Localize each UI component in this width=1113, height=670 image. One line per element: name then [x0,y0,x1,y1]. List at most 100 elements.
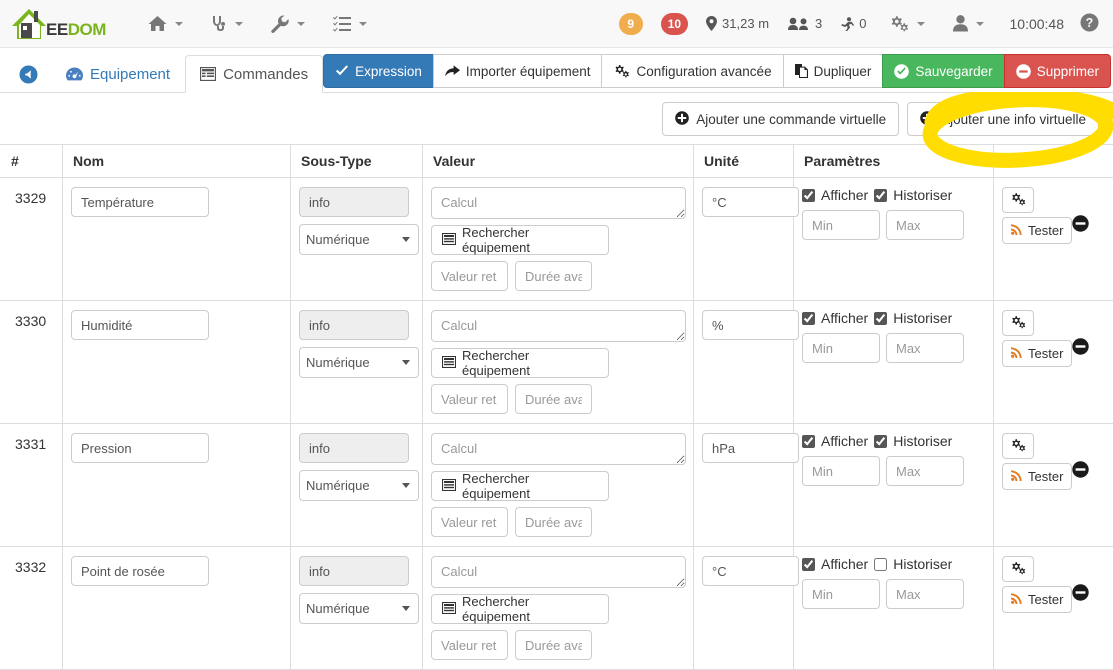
name-input[interactable] [71,433,209,463]
row-config-button[interactable] [1002,187,1034,213]
nav-tools-menu[interactable] [257,0,319,48]
share-icon [445,65,460,77]
subtype-select[interactable]: Numérique [299,593,419,624]
nav-health-menu[interactable] [197,0,257,48]
wrench-icon [271,15,289,33]
min-input[interactable] [802,579,880,609]
min-input[interactable] [802,456,880,486]
row-config-button[interactable] [1002,310,1034,336]
table-row: 3331 Numérique Rechercher équipement [1,424,1113,547]
name-input[interactable] [71,310,209,340]
test-button[interactable]: Tester [1002,340,1072,367]
back-button[interactable] [0,55,51,93]
tab-equipement[interactable]: Equipement [51,55,185,93]
jeedom-logo[interactable]: EEDOM [10,7,106,41]
header-actions [994,145,1113,178]
afficher-label[interactable]: Afficher [821,433,868,449]
duree-ava-input[interactable] [515,507,592,537]
row-config-button[interactable] [1002,433,1034,459]
error-badge[interactable]: 10 [661,13,688,35]
afficher-label[interactable]: Afficher [821,187,868,203]
duree-ava-input[interactable] [515,630,592,660]
calcul-textarea[interactable] [431,310,686,342]
row-delete-button[interactable] [1072,338,1089,358]
historiser-label[interactable]: Historiser [893,187,952,203]
calcul-textarea[interactable] [431,556,686,588]
tab-list: Equipement Commandes [0,47,323,92]
unit-input[interactable] [702,433,799,463]
tab-commandes[interactable]: Commandes [185,55,323,93]
cell-valeur: Rechercher équipement [423,301,694,424]
delete-button[interactable]: Supprimer [1004,54,1111,88]
valeur-ret-input[interactable] [431,507,508,537]
nav-settings-menu[interactable] [875,0,939,48]
historiser-label[interactable]: Historiser [893,310,952,326]
nav-user-menu[interactable] [939,0,998,48]
test-button[interactable]: Tester [1002,586,1072,613]
row-id-3331: 3331 [15,433,54,452]
historiser-checkbox[interactable] [874,435,887,448]
subtype-select[interactable]: Numérique [299,347,419,378]
test-button[interactable]: Tester [1002,217,1072,244]
import-equipment-button[interactable]: Importer équipement [433,54,603,88]
row-config-button[interactable] [1002,556,1034,582]
cell-actions: Tester [994,178,1113,301]
cogs-icon [889,15,909,32]
historiser-checkbox[interactable] [874,312,887,325]
nav-home-menu[interactable] [134,0,197,48]
help-circle-icon[interactable]: ? [1076,13,1099,35]
duree-ava-input[interactable] [515,384,592,414]
historiser-label[interactable]: Historiser [893,433,952,449]
name-input[interactable] [71,556,209,586]
min-input[interactable] [802,210,880,240]
chevron-down-icon [976,22,984,26]
nav-list-menu[interactable] [319,0,381,48]
add-virtual-command-button[interactable]: Ajouter une commande virtuelle [662,102,899,136]
search-equipment-button[interactable]: Rechercher équipement [431,225,609,255]
afficher-checkbox[interactable] [802,435,815,448]
afficher-checkbox[interactable] [802,189,815,202]
row-delete-button[interactable] [1072,584,1089,604]
row-delete-button[interactable] [1072,215,1089,235]
calcul-textarea[interactable] [431,433,686,465]
search-equipment-button[interactable]: Rechercher équipement [431,471,609,501]
unit-input[interactable] [702,556,799,586]
subtype-select[interactable]: Numérique [299,470,419,501]
historiser-checkbox[interactable] [874,189,887,202]
name-input[interactable] [71,187,209,217]
max-input[interactable] [886,333,964,363]
duplicate-label: Dupliquer [814,64,872,79]
max-input[interactable] [886,456,964,486]
tachometer-icon [66,67,83,82]
afficher-label[interactable]: Afficher [821,310,868,326]
unit-input[interactable] [702,187,799,217]
subtype-select[interactable]: Numérique [299,224,419,255]
max-input[interactable] [886,579,964,609]
list-alt-icon [442,602,456,617]
max-input[interactable] [886,210,964,240]
chevron-down-icon [235,22,243,26]
list-alt-icon [442,233,456,248]
unit-input[interactable] [702,310,799,340]
min-input[interactable] [802,333,880,363]
valeur-ret-input[interactable] [431,261,508,291]
advanced-config-button[interactable]: Configuration avancée [601,54,783,88]
add-virtual-info-button[interactable]: Ajouter une info virtuelle [907,102,1099,136]
valeur-ret-input[interactable] [431,384,508,414]
warning-badge[interactable]: 9 [619,13,643,35]
valeur-ret-input[interactable] [431,630,508,660]
historiser-checkbox[interactable] [874,558,887,571]
save-button[interactable]: Sauvegarder [882,54,1004,88]
search-equipment-button[interactable]: Rechercher équipement [431,594,609,624]
historiser-label[interactable]: Historiser [893,556,952,572]
row-delete-button[interactable] [1072,461,1089,481]
search-equipment-button[interactable]: Rechercher équipement [431,348,609,378]
test-button[interactable]: Tester [1002,463,1072,490]
duplicate-button[interactable]: Dupliquer [783,54,884,88]
afficher-checkbox[interactable] [802,312,815,325]
calcul-textarea[interactable] [431,187,686,219]
afficher-checkbox[interactable] [802,558,815,571]
afficher-label[interactable]: Afficher [821,556,868,572]
duree-ava-input[interactable] [515,261,592,291]
expression-button[interactable]: Expression [323,54,434,88]
